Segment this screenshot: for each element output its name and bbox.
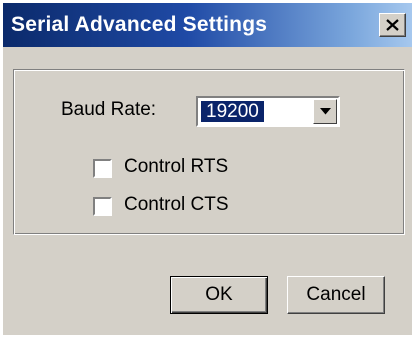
control-rts-label[interactable]: Control RTS [124, 156, 228, 178]
baud-rate-dropdown-button[interactable] [313, 99, 337, 124]
chevron-down-icon [319, 108, 331, 115]
dialog-window: Serial Advanced Settings Baud Rate: 1920… [3, 3, 412, 335]
control-rts-checkbox[interactable] [93, 159, 112, 178]
window-title: Serial Advanced Settings [11, 13, 268, 36]
cancel-button[interactable]: Cancel [287, 276, 385, 314]
control-cts-checkbox[interactable] [93, 197, 112, 216]
close-button[interactable] [379, 13, 406, 37]
baud-rate-select[interactable]: 19200 [196, 96, 340, 127]
baud-rate-label: Baud Rate: [61, 99, 157, 120]
close-icon [386, 19, 399, 31]
title-bar[interactable]: Serial Advanced Settings [3, 3, 412, 47]
control-cts-label[interactable]: Control CTS [124, 194, 229, 216]
baud-rate-value: 19200 [201, 101, 264, 122]
ok-button[interactable]: OK [170, 276, 268, 314]
